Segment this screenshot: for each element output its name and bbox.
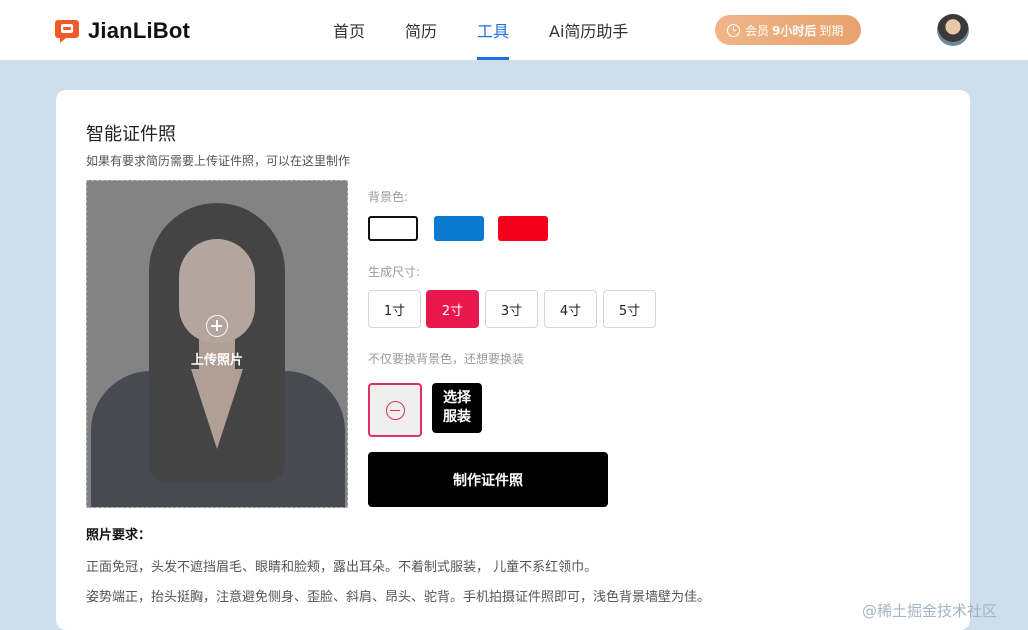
- plus-circle-icon: [206, 315, 228, 337]
- bg-swatch-blue[interactable]: [434, 216, 484, 241]
- member-time: 9小时后: [772, 23, 817, 38]
- logo[interactable]: JianLiBot: [54, 18, 190, 44]
- page-title: 智能证件照: [86, 124, 176, 145]
- nav-tools[interactable]: 工具: [477, 18, 509, 60]
- clock-icon: [727, 23, 740, 37]
- watermark: @稀土掘金技术社区: [862, 602, 998, 620]
- size-option-3[interactable]: 3寸: [485, 290, 538, 328]
- requirement-line: 姿势端正，抬头挺胸，注意避免侧身、歪脸、斜肩、昂头、驼背。手机拍摄证件照即可，浅…: [86, 590, 711, 605]
- size-option-2[interactable]: 2寸: [426, 290, 479, 328]
- nav-ai-assistant[interactable]: Ai简历助手: [549, 18, 628, 60]
- minus-circle-icon: [386, 401, 405, 420]
- logo-icon: [54, 18, 80, 44]
- size-option-1[interactable]: 1寸: [368, 290, 421, 328]
- requirements-title: 照片要求：: [86, 528, 152, 543]
- member-prefix: 会员: [745, 23, 770, 38]
- select-outfit-button[interactable]: 选择服装: [432, 383, 482, 433]
- size-option-4[interactable]: 4寸: [544, 290, 597, 328]
- user-avatar[interactable]: [937, 14, 969, 46]
- member-suffix: 到期: [819, 23, 844, 38]
- make-id-photo-button[interactable]: 制作证件照: [368, 452, 608, 507]
- photo-upload-area[interactable]: 上传照片: [86, 180, 348, 508]
- bg-swatch-red[interactable]: [498, 216, 548, 241]
- logo-text: JianLiBot: [88, 18, 191, 43]
- top-header: JianLiBot 首页 简历 工具 Ai简历助手 会员 9小时后 到期: [0, 0, 1028, 60]
- outfit-label: 不仅要换背景色，还想要换装: [368, 352, 525, 366]
- bg-color-label: 背景色:: [368, 190, 409, 204]
- upload-label: 上传照片: [190, 353, 243, 368]
- nav-active-indicator: [477, 57, 509, 60]
- upload-button[interactable]: 上传照片: [87, 315, 347, 368]
- page-subtitle: 如果有要求简历需要上传证件照，可以在这里制作: [86, 154, 351, 168]
- size-label: 生成尺寸:: [368, 265, 421, 279]
- nav-resume[interactable]: 简历: [405, 18, 437, 60]
- bg-swatch-white[interactable]: [368, 216, 418, 241]
- id-photo-card: 智能证件照 如果有要求简历需要上传证件照，可以在这里制作 上传照片 背景色: 生…: [56, 90, 970, 630]
- requirement-line: 正面免冠，头发不遮挡眉毛、眼睛和脸颊，露出耳朵。不着制式服装， 儿童不系红领巾。: [86, 560, 598, 575]
- outfit-none-button[interactable]: [368, 383, 422, 437]
- size-option-5[interactable]: 5寸: [603, 290, 656, 328]
- nav-tools-label: 工具: [477, 22, 510, 41]
- membership-badge[interactable]: 会员 9小时后 到期: [715, 15, 861, 45]
- nav-home[interactable]: 首页: [333, 18, 365, 60]
